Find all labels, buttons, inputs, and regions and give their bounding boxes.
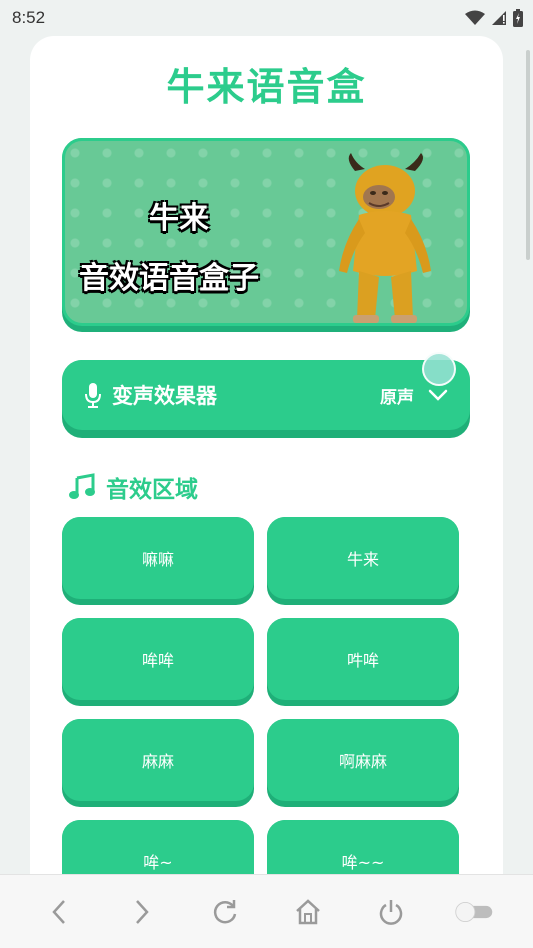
sound-button-label: 麻麻 xyxy=(62,719,254,801)
voice-changer-inner[interactable]: 变声效果器 原声 xyxy=(62,360,470,430)
back-button[interactable] xyxy=(39,892,79,932)
wifi-icon xyxy=(465,10,485,25)
touch-indicator xyxy=(422,352,456,386)
status-time: 8:52 xyxy=(12,8,46,27)
chevron-left-icon xyxy=(52,899,66,924)
sound-button-label: 牛来 xyxy=(267,517,459,599)
sound-section-header: 音效区域 xyxy=(68,470,198,504)
sound-button[interactable]: 哞哞 xyxy=(62,618,254,706)
sound-grid: 嘛嘛 牛来 哞哞 吽哞 麻麻 啊麻麻 哞~ 哞~~ xyxy=(62,517,459,908)
microphone-icon xyxy=(85,383,101,408)
chevron-right-icon xyxy=(136,899,149,924)
bottom-nav xyxy=(0,874,533,948)
sound-button[interactable]: 嘛嘛 xyxy=(62,517,254,605)
sound-button[interactable]: 牛来 xyxy=(267,517,459,605)
bull-mascot-image xyxy=(339,153,431,323)
signal-icon xyxy=(492,11,506,25)
power-button[interactable] xyxy=(371,892,411,932)
banner-line2: 音效语音盒子 xyxy=(79,261,259,296)
banner-inner: 牛来 音效语音盒子 xyxy=(62,138,470,326)
refresh-button[interactable] xyxy=(205,892,245,932)
refresh-icon xyxy=(214,899,237,923)
sound-button[interactable]: 麻麻 xyxy=(62,719,254,807)
home-icon xyxy=(296,898,320,924)
sound-button-label: 啊麻麻 xyxy=(267,719,459,801)
sound-section-title: 音效区域 xyxy=(106,477,198,503)
chevron-down-icon xyxy=(428,389,448,401)
voice-changer-label: 变声效果器 xyxy=(112,384,217,408)
music-note-icon xyxy=(69,473,95,499)
status-bar: 8:52 xyxy=(0,0,533,36)
sound-button[interactable]: 啊麻麻 xyxy=(267,719,459,807)
sound-button[interactable]: 吽哞 xyxy=(267,618,459,706)
voice-changer-dropdown[interactable]: 变声效果器 原声 xyxy=(62,360,470,438)
forward-button[interactable] xyxy=(122,892,162,932)
sound-button-label: 嘛嘛 xyxy=(62,517,254,599)
sound-button-label: 哞哞 xyxy=(62,618,254,700)
banner: 牛来 音效语音盒子 xyxy=(62,138,470,332)
battery-icon xyxy=(513,9,523,27)
home-button[interactable] xyxy=(288,892,328,932)
toggle-icon xyxy=(454,901,492,922)
voice-changer-value: 原声 xyxy=(380,387,414,408)
status-icons xyxy=(465,9,523,27)
toggle-switch[interactable] xyxy=(454,892,494,932)
app-title: 牛来语音盒 xyxy=(166,65,367,109)
sound-button-label: 吽哞 xyxy=(267,618,459,700)
banner-line1: 牛来 xyxy=(149,201,209,236)
power-icon xyxy=(379,899,402,925)
